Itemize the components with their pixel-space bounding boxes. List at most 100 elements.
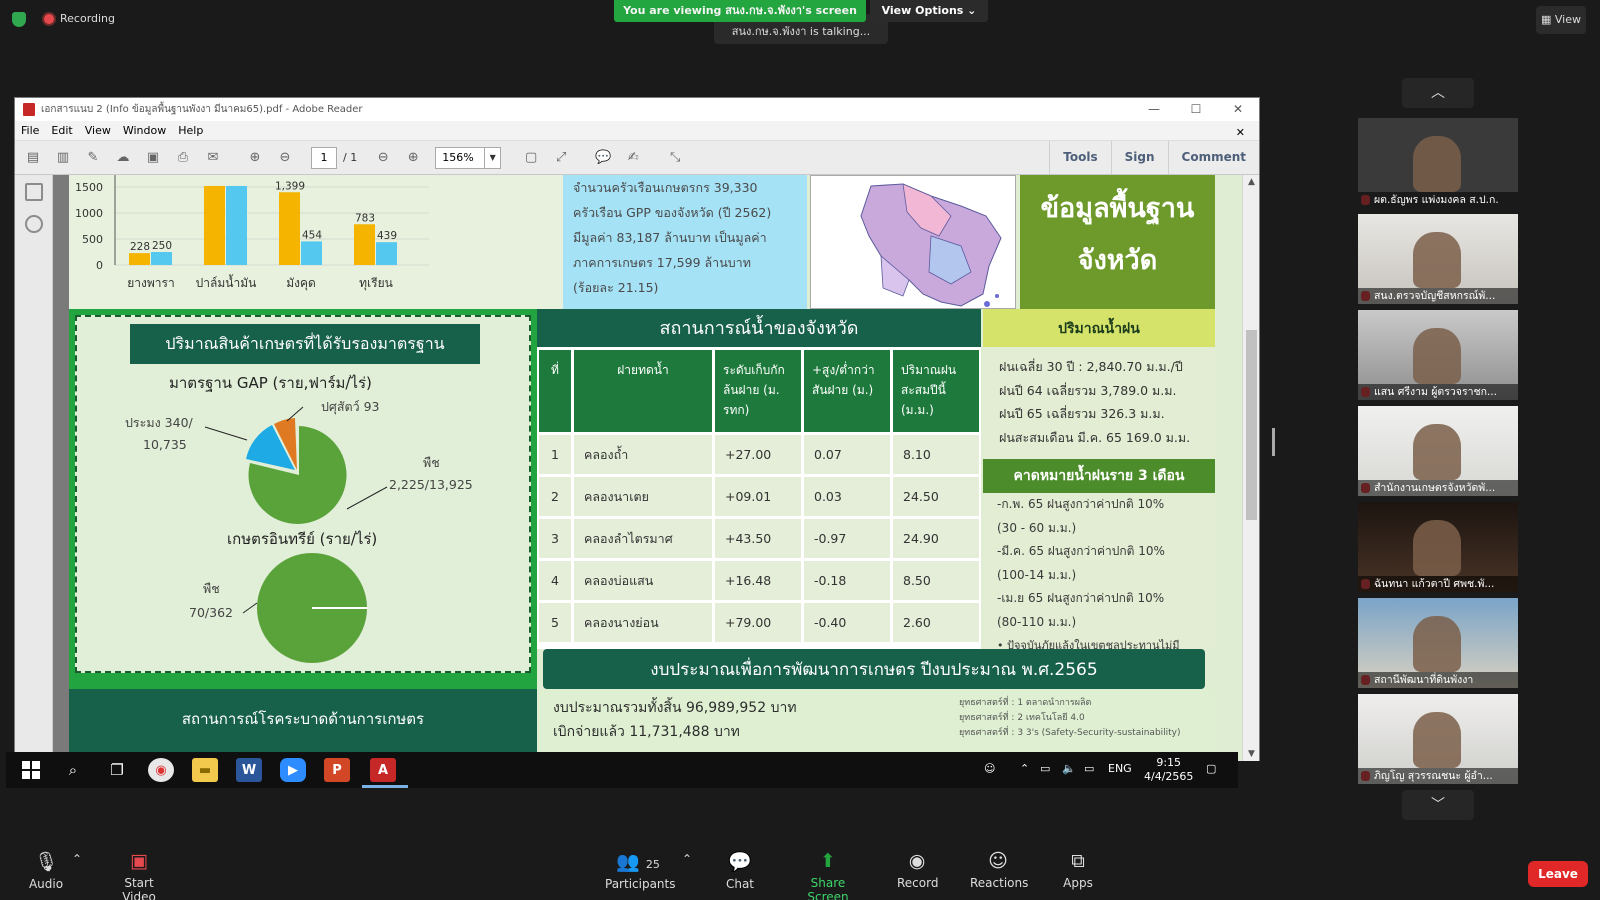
data-label: 1,399 [275, 180, 305, 192]
minimize-button[interactable]: — [1133, 98, 1175, 121]
y-tick-label: 1500 [75, 181, 103, 194]
upload-icon[interactable]: ☁ [111, 147, 135, 169]
comment-bubble-icon[interactable]: 💬 [591, 147, 615, 169]
battery-icon[interactable]: ▭ [1040, 762, 1050, 775]
attachments-icon[interactable] [24, 215, 43, 233]
maximize-button[interactable]: ☐ [1175, 98, 1217, 121]
powerpoint-icon[interactable]: P [324, 758, 350, 782]
chat-button[interactable]: 💬 Chat [725, 850, 755, 891]
security-shield-icon[interactable] [12, 12, 26, 27]
record-label: Record [897, 876, 939, 890]
data-label: 250 [152, 240, 172, 252]
people-icon[interactable]: ☺ [984, 762, 995, 775]
audio-button[interactable]: 🎙 Audio [28, 850, 64, 891]
chrome-icon[interactable]: ◉ [148, 758, 174, 782]
participants-caret-icon[interactable]: ⌃ [682, 852, 692, 866]
view-button[interactable]: ▦ View [1536, 6, 1586, 34]
participant-tile[interactable]: ฉันทนา แก้วตาปี ศพช.พั... [1358, 502, 1518, 592]
share-label: Share Screen [807, 876, 849, 900]
forecast-line: -มี.ค. 65 ฝนสูงกว่าค่าปกติ 10% [997, 544, 1165, 558]
vertical-scrollbar[interactable]: ▲ ▼ [1242, 175, 1259, 761]
zoom-in-icon[interactable]: ⊕ [401, 147, 425, 169]
fit-width-icon[interactable]: ⤢ [549, 147, 573, 169]
audio-options-caret-icon[interactable]: ⌃ [72, 852, 82, 866]
recording-indicator[interactable]: Recording [44, 12, 115, 25]
participant-tile[interactable]: สนง.ตรวจบัญชีสหกรณ์พั... [1358, 214, 1518, 304]
taskbar-clock[interactable]: 9:15 4/4/2565 [1144, 756, 1193, 784]
language-indicator[interactable]: ENG [1108, 762, 1132, 775]
menu-help[interactable]: Help [172, 121, 209, 140]
create-pdf-icon[interactable]: ▤ [21, 147, 45, 169]
participant-tile[interactable]: สำนักงานเกษตรจังหวัดพั... [1358, 406, 1518, 496]
fullscreen-icon[interactable]: ⤡ [663, 147, 687, 169]
menu-view[interactable]: View [79, 121, 117, 140]
water-cell-no: 2 [539, 477, 571, 516]
gallery-up-button[interactable]: ︿ [1402, 78, 1474, 108]
participant-tile[interactable]: สถานีพัฒนาที่ดินพังงา [1358, 598, 1518, 688]
water-cell-level: +16.48 [715, 561, 801, 600]
scroll-thumb[interactable] [1246, 330, 1257, 520]
household-line: มีมูลค่า 83,187 ล้านบาท เป็นมูลค่า [573, 230, 767, 245]
previous-page-icon[interactable]: ⊕ [243, 147, 267, 169]
tray-chevron-icon[interactable]: ⌃ [1020, 762, 1029, 775]
menu-window[interactable]: Window [117, 121, 172, 140]
leave-button[interactable]: Leave [1528, 861, 1588, 887]
province-info-heading: ข้อมูลพื้นฐาน จังหวัด [1020, 175, 1215, 309]
save-icon[interactable]: ▣ [141, 147, 165, 169]
edit-icon[interactable]: ✎ [81, 147, 105, 169]
fit-page-icon[interactable]: ▢ [519, 147, 543, 169]
scroll-up-icon[interactable]: ▲ [1243, 177, 1260, 187]
panel-splitter[interactable] [1272, 428, 1275, 456]
volume-icon[interactable]: 🔈 [1062, 762, 1076, 775]
participant-tile[interactable]: ภิญโญ สุวรรณชนะ ผู้อำ... [1358, 694, 1518, 784]
window-titlebar: เอกสารแนบ 2 (Info ข้อมูลพื้นฐานพังงา มีน… [15, 98, 1259, 121]
reactions-button[interactable]: ☺ Reactions [970, 850, 1028, 890]
talking-label: สนง.กษ.จ.พังงา is talking... [731, 25, 871, 38]
menu-edit[interactable]: Edit [45, 121, 78, 140]
page-number-input[interactable]: 1 [311, 146, 337, 169]
chevron-up-icon: ︿ [1431, 85, 1445, 101]
zoom-top-bar: Recording สนง.กษ.จ.พังงา is talking... Y… [0, 0, 1600, 44]
windows-start-icon[interactable] [18, 758, 44, 782]
zoom-out-icon[interactable]: ⊖ [371, 147, 395, 169]
view-options-button[interactable]: View Options ⌄ [870, 0, 988, 22]
participant-tile[interactable]: ผต.ธัญพร แพ่งมงคล ส.ป.ก. [1358, 118, 1518, 208]
page-thumbnails-icon[interactable] [24, 183, 43, 201]
record-button[interactable]: ◉ Record [897, 850, 939, 890]
tab-tools[interactable]: Tools [1049, 141, 1110, 174]
close-button[interactable]: ✕ [1217, 98, 1259, 121]
tab-comment[interactable]: Comment [1167, 141, 1259, 174]
household-info: จำนวนครัวเรือนเกษตรกร 39,330 ครัวเรือน G… [563, 175, 807, 309]
water-title: สถานการณ์น้ำของจังหวัด [537, 309, 981, 347]
share-screen-icon: ⬆ [820, 850, 836, 872]
scroll-down-icon[interactable]: ▼ [1243, 749, 1260, 759]
zoom-app-icon[interactable]: ▶ [280, 758, 306, 782]
file-explorer-icon[interactable]: ▬ [192, 758, 218, 782]
participant-name: สำนักงานเกษตรจังหวัดพั... [1358, 480, 1518, 496]
notification-icon[interactable]: ▢ [1206, 762, 1216, 775]
task-view-icon[interactable]: ❐ [104, 758, 130, 782]
search-icon[interactable]: ⌕ [60, 758, 86, 782]
zoom-level-input[interactable]: 156% [435, 146, 486, 169]
participant-video [1413, 136, 1461, 192]
share-screen-button[interactable]: ⬆ Share Screen [793, 850, 863, 900]
participant-tile[interactable]: แสน ศรีงาม ผู้ตรวจราชก... [1358, 310, 1518, 400]
network-icon[interactable]: ▭ [1084, 762, 1094, 775]
strategy-line: ยุทธศาสตร์ที่ : 1 ตลาดนำการผลิต [959, 698, 1092, 708]
combine-files-icon[interactable]: ▥ [51, 147, 75, 169]
close-document-icon[interactable]: ✕ [1230, 123, 1251, 139]
apps-button[interactable]: ⧉ Apps [1063, 850, 1093, 890]
gallery-down-button[interactable]: ﹀ [1402, 790, 1474, 820]
adobe-reader-icon[interactable]: A [370, 758, 396, 782]
start-video-button[interactable]: ▣ Start Video [106, 850, 172, 900]
tab-sign[interactable]: Sign [1110, 141, 1168, 174]
menu-file[interactable]: File [15, 121, 45, 140]
province-map [810, 175, 1016, 309]
word-icon[interactable]: W [236, 758, 262, 782]
participants-button[interactable]: 👥 25 Participants [605, 850, 676, 891]
next-page-icon[interactable]: ⊖ [273, 147, 297, 169]
zoom-dropdown-icon[interactable]: ▼ [485, 146, 502, 169]
print-icon[interactable]: ⎙ [171, 147, 195, 169]
email-icon[interactable]: ✉ [201, 147, 225, 169]
highlight-icon[interactable]: ✍ [621, 147, 645, 169]
